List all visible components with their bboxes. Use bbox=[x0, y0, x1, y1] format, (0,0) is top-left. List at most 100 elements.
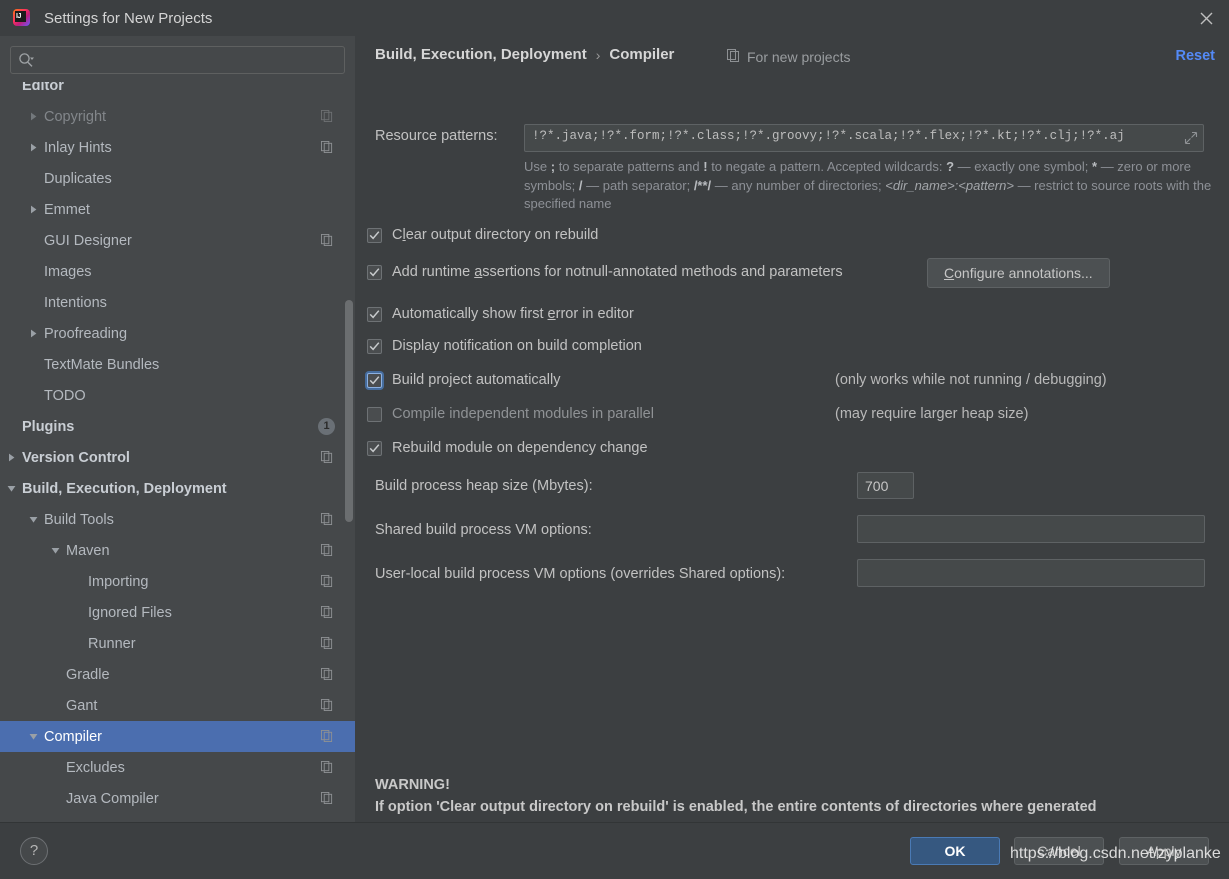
warning-line-1: WARNING! bbox=[375, 774, 1205, 796]
sidebar-item-proofreading[interactable]: Proofreading bbox=[0, 318, 355, 349]
checkbox-label-post: ear output directory on rebuild bbox=[406, 227, 599, 243]
ok-button[interactable]: OK bbox=[910, 837, 1000, 865]
copy-settings-icon bbox=[321, 512, 333, 530]
sidebar-item-excludes[interactable]: Excludes bbox=[0, 752, 355, 783]
checkbox-build-project-automatically[interactable]: Build project automatically bbox=[367, 372, 560, 388]
sidebar-item-label: Excludes bbox=[66, 760, 125, 776]
checkbox-label-post: ssertions for notnull-annotated methods … bbox=[482, 264, 842, 280]
help-button[interactable]: ? bbox=[20, 837, 48, 865]
chevron-right-icon[interactable] bbox=[26, 141, 40, 155]
checkbox-unchecked-icon[interactable] bbox=[367, 407, 382, 422]
sidebar-item-intentions[interactable]: Intentions bbox=[0, 287, 355, 318]
sidebar-item-label: TODO bbox=[44, 388, 86, 404]
sidebar-item-java-compiler[interactable]: Java Compiler bbox=[0, 783, 355, 812]
checkbox-label: Add runtime assertions for notnull-annot… bbox=[392, 264, 843, 280]
help-part: Use bbox=[524, 159, 551, 174]
sidebar-item-textmate-bundles[interactable]: TextMate Bundles bbox=[0, 349, 355, 380]
sidebar-item-gant[interactable]: Gant bbox=[0, 690, 355, 721]
for-new-projects-label: For new projects bbox=[747, 49, 850, 65]
checkbox-checked-icon[interactable] bbox=[367, 441, 382, 456]
help-bold: /**/ bbox=[694, 178, 711, 193]
configure-annotations-button[interactable]: Configure annotations... bbox=[927, 258, 1110, 288]
sidebar-item-version-control[interactable]: Version Control bbox=[0, 442, 355, 473]
sidebar-item-runner[interactable]: Runner bbox=[0, 628, 355, 659]
sidebar-scrollbar-thumb[interactable] bbox=[345, 300, 353, 522]
heap-size-input[interactable] bbox=[857, 472, 914, 499]
resource-patterns-help: Use ; to separate patterns and ! to nega… bbox=[524, 158, 1218, 214]
sidebar-item-duplicates[interactable]: Duplicates bbox=[0, 163, 355, 194]
checkbox-rebuild-module-on-dependency-change[interactable]: Rebuild module on dependency change bbox=[367, 440, 648, 456]
sidebar-item-inlay-hints[interactable]: Inlay Hints bbox=[0, 132, 355, 163]
resource-patterns-field[interactable]: !?*.java;!?*.form;!?*.class;!?*.groovy;!… bbox=[524, 124, 1204, 152]
copy-settings-icon bbox=[727, 49, 740, 65]
sidebar-item-maven[interactable]: Maven bbox=[0, 535, 355, 566]
sidebar-item-emmet[interactable]: Emmet bbox=[0, 194, 355, 225]
sidebar-item-label: Emmet bbox=[44, 202, 90, 218]
chevron-right-icon[interactable] bbox=[26, 327, 40, 341]
sidebar-item-label: Gradle bbox=[66, 667, 110, 683]
chevron-down-icon[interactable] bbox=[26, 730, 40, 744]
checkbox-label-post: rror in editor bbox=[556, 306, 634, 322]
checkbox-checked-icon[interactable] bbox=[367, 265, 382, 280]
settings-sidebar: EditorCopyrightInlay HintsDuplicates Emme… bbox=[0, 36, 355, 822]
checkbox-label: Compile independent modules in parallel bbox=[392, 406, 654, 422]
checkbox-checked-icon[interactable] bbox=[367, 339, 382, 354]
sidebar-item-build-execution-deployment[interactable]: Build, Execution, Deployment bbox=[0, 473, 355, 504]
breadcrumb-parent[interactable]: Build, Execution, Deployment bbox=[375, 46, 587, 63]
chevron-right-icon[interactable] bbox=[26, 110, 40, 124]
sidebar-item-todo[interactable]: TODO bbox=[0, 380, 355, 411]
settings-dialog: IJ Settings for New Projects EditorCopyr… bbox=[0, 0, 1229, 879]
chevron-down-icon[interactable] bbox=[26, 513, 40, 527]
checkbox-label: Clear output directory on rebuild bbox=[392, 227, 598, 243]
checkbox-checked-icon[interactable] bbox=[367, 373, 382, 388]
chevron-down-icon[interactable] bbox=[48, 544, 62, 558]
sidebar-item-compiler[interactable]: Compiler bbox=[0, 721, 355, 752]
checkbox-clear-output-directory-on-rebuild[interactable]: Clear output directory on rebuild bbox=[367, 227, 598, 243]
sidebar-item-gui-designer[interactable]: GUI Designer bbox=[0, 225, 355, 256]
chevron-down-icon[interactable] bbox=[4, 482, 18, 496]
search-box[interactable] bbox=[10, 46, 345, 74]
help-part: to separate patterns and bbox=[555, 159, 703, 174]
chevron-right-icon[interactable] bbox=[4, 451, 18, 465]
resource-patterns-label: Resource patterns: bbox=[375, 128, 498, 144]
shared-vm-options-input[interactable] bbox=[857, 515, 1205, 543]
sidebar-item-build-tools[interactable]: Build Tools bbox=[0, 504, 355, 535]
close-icon[interactable] bbox=[1183, 0, 1229, 36]
sidebar-item-editor[interactable]: Editor bbox=[0, 82, 355, 101]
copy-settings-icon bbox=[321, 698, 333, 716]
checkbox-checked-icon[interactable] bbox=[367, 228, 382, 243]
checkbox-label-pre: Build project automatically bbox=[392, 372, 560, 388]
sidebar-item-plugins[interactable]: Plugins1 bbox=[0, 411, 355, 442]
checkbox-checked-icon[interactable] bbox=[367, 307, 382, 322]
settings-tree[interactable]: EditorCopyrightInlay HintsDuplicates Emme… bbox=[0, 82, 355, 812]
settings-content: Build, Execution, Deployment › Compiler … bbox=[355, 36, 1229, 822]
copy-settings-icon bbox=[321, 574, 333, 592]
sidebar-item-label: Compiler bbox=[44, 729, 102, 745]
sidebar-item-copyright[interactable]: Copyright bbox=[0, 101, 355, 132]
sidebar-item-label: Gant bbox=[66, 698, 97, 714]
sidebar-item-ignored-files[interactable]: Ignored Files bbox=[0, 597, 355, 628]
checkbox-display-notification-on-build-completion[interactable]: Display notification on build completion bbox=[367, 338, 642, 354]
checkbox-label: Build project automatically bbox=[392, 372, 560, 388]
chevron-right-icon[interactable] bbox=[26, 203, 40, 217]
checkbox-add-runtime-assertions-for-notnull-annotat[interactable]: Add runtime assertions for notnull-annot… bbox=[367, 264, 843, 280]
expand-field-icon[interactable] bbox=[1184, 131, 1198, 150]
checkbox-automatically-show-first-error-in-editor[interactable]: Automatically show first error in editor bbox=[367, 306, 634, 322]
search-input[interactable] bbox=[41, 47, 340, 73]
title-bar: IJ Settings for New Projects bbox=[0, 0, 1229, 36]
sidebar-item-gradle[interactable]: Gradle bbox=[0, 659, 355, 690]
sidebar-item-label: Proofreading bbox=[44, 326, 127, 342]
intellij-idea-logo-icon: IJ bbox=[12, 8, 32, 28]
shared-vm-options-label: Shared build process VM options: bbox=[375, 522, 592, 538]
cancel-button[interactable]: Cancel bbox=[1014, 837, 1104, 865]
checkbox-compile-independent-modules-in-parallel[interactable]: Compile independent modules in parallel bbox=[367, 406, 654, 422]
checkbox-label-pre: C bbox=[392, 227, 402, 243]
breadcrumb-current: Compiler bbox=[609, 46, 674, 63]
reset-link[interactable]: Reset bbox=[1176, 48, 1216, 64]
apply-button[interactable]: Apply bbox=[1119, 837, 1209, 865]
user-local-vm-options-input[interactable] bbox=[857, 559, 1205, 587]
sidebar-item-importing[interactable]: Importing bbox=[0, 566, 355, 597]
help-part: — any number of directories; bbox=[711, 178, 885, 193]
sidebar-item-images[interactable]: Images bbox=[0, 256, 355, 287]
copy-settings-icon bbox=[321, 636, 333, 654]
